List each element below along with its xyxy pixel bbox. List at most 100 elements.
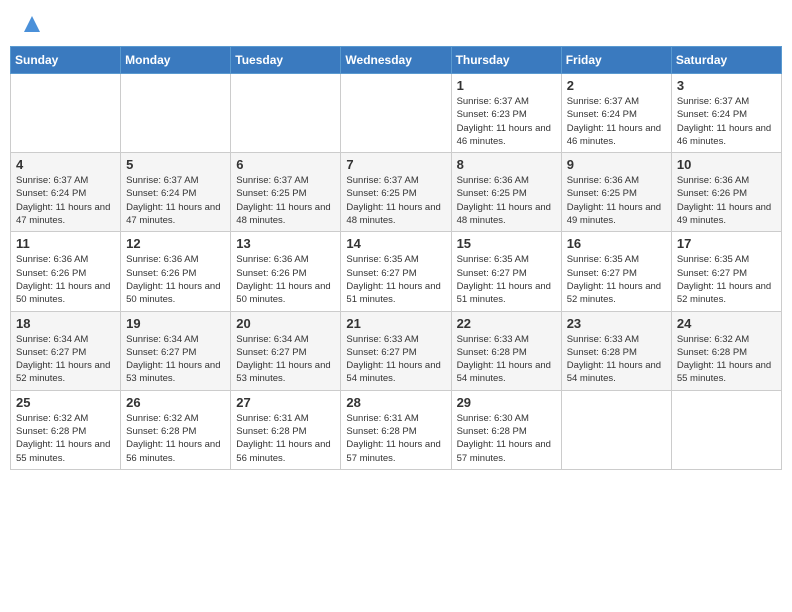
- logo: [18, 14, 44, 34]
- calendar-day-cell: 27 Sunrise: 6:31 AM Sunset: 6:28 PM Dayli…: [231, 390, 341, 469]
- day-header: Saturday: [671, 47, 781, 74]
- day-info: Sunrise: 6:37 AM Sunset: 6:24 PM Dayligh…: [567, 95, 666, 148]
- calendar-day-cell: 6 Sunrise: 6:37 AM Sunset: 6:25 PM Daylig…: [231, 153, 341, 232]
- day-header: Thursday: [451, 47, 561, 74]
- day-number: 15: [457, 236, 556, 251]
- calendar-day-cell: 20 Sunrise: 6:34 AM Sunset: 6:27 PM Dayli…: [231, 311, 341, 390]
- day-info: Sunrise: 6:33 AM Sunset: 6:27 PM Dayligh…: [346, 333, 445, 386]
- day-info: Sunrise: 6:35 AM Sunset: 6:27 PM Dayligh…: [346, 253, 445, 306]
- day-info: Sunrise: 6:37 AM Sunset: 6:24 PM Dayligh…: [126, 174, 225, 227]
- day-number: 6: [236, 157, 335, 172]
- day-number: 3: [677, 78, 776, 93]
- day-number: 25: [16, 395, 115, 410]
- day-info: Sunrise: 6:37 AM Sunset: 6:23 PM Dayligh…: [457, 95, 556, 148]
- calendar-day-cell: 15 Sunrise: 6:35 AM Sunset: 6:27 PM Dayli…: [451, 232, 561, 311]
- calendar-day-cell: 24 Sunrise: 6:32 AM Sunset: 6:28 PM Dayli…: [671, 311, 781, 390]
- calendar-day-cell: 21 Sunrise: 6:33 AM Sunset: 6:27 PM Dayli…: [341, 311, 451, 390]
- day-info: Sunrise: 6:36 AM Sunset: 6:25 PM Dayligh…: [567, 174, 666, 227]
- day-header: Sunday: [11, 47, 121, 74]
- day-info: Sunrise: 6:37 AM Sunset: 6:25 PM Dayligh…: [346, 174, 445, 227]
- day-number: 22: [457, 316, 556, 331]
- day-number: 1: [457, 78, 556, 93]
- day-number: 28: [346, 395, 445, 410]
- day-info: Sunrise: 6:36 AM Sunset: 6:26 PM Dayligh…: [126, 253, 225, 306]
- calendar-week-row: 18 Sunrise: 6:34 AM Sunset: 6:27 PM Dayli…: [11, 311, 782, 390]
- day-number: 16: [567, 236, 666, 251]
- day-info: Sunrise: 6:32 AM Sunset: 6:28 PM Dayligh…: [16, 412, 115, 465]
- calendar-day-cell: 16 Sunrise: 6:35 AM Sunset: 6:27 PM Dayli…: [561, 232, 671, 311]
- day-number: 7: [346, 157, 445, 172]
- day-info: Sunrise: 6:36 AM Sunset: 6:26 PM Dayligh…: [677, 174, 776, 227]
- day-number: 5: [126, 157, 225, 172]
- day-info: Sunrise: 6:37 AM Sunset: 6:24 PM Dayligh…: [16, 174, 115, 227]
- calendar-day-cell: [11, 74, 121, 153]
- day-info: Sunrise: 6:32 AM Sunset: 6:28 PM Dayligh…: [677, 333, 776, 386]
- day-info: Sunrise: 6:33 AM Sunset: 6:28 PM Dayligh…: [567, 333, 666, 386]
- calendar-day-cell: 14 Sunrise: 6:35 AM Sunset: 6:27 PM Dayli…: [341, 232, 451, 311]
- calendar-day-cell: 22 Sunrise: 6:33 AM Sunset: 6:28 PM Dayli…: [451, 311, 561, 390]
- day-info: Sunrise: 6:34 AM Sunset: 6:27 PM Dayligh…: [126, 333, 225, 386]
- day-header: Tuesday: [231, 47, 341, 74]
- day-number: 18: [16, 316, 115, 331]
- calendar-day-cell: [561, 390, 671, 469]
- day-info: Sunrise: 6:36 AM Sunset: 6:25 PM Dayligh…: [457, 174, 556, 227]
- day-info: Sunrise: 6:36 AM Sunset: 6:26 PM Dayligh…: [16, 253, 115, 306]
- day-info: Sunrise: 6:35 AM Sunset: 6:27 PM Dayligh…: [457, 253, 556, 306]
- calendar-week-row: 1 Sunrise: 6:37 AM Sunset: 6:23 PM Daylig…: [11, 74, 782, 153]
- calendar-day-cell: 11Sunrise: 6:36 AM Sunset: 6:26 PM Dayli…: [11, 232, 121, 311]
- calendar-day-cell: 25 Sunrise: 6:32 AM Sunset: 6:28 PM Dayli…: [11, 390, 121, 469]
- day-number: 2: [567, 78, 666, 93]
- calendar-day-cell: 13 Sunrise: 6:36 AM Sunset: 6:26 PM Dayli…: [231, 232, 341, 311]
- calendar-day-cell: 18 Sunrise: 6:34 AM Sunset: 6:27 PM Dayli…: [11, 311, 121, 390]
- day-number: 10: [677, 157, 776, 172]
- page-header: [10, 10, 782, 38]
- day-number: 12: [126, 236, 225, 251]
- calendar-day-cell: 12 Sunrise: 6:36 AM Sunset: 6:26 PM Dayli…: [121, 232, 231, 311]
- calendar-day-cell: 9 Sunrise: 6:36 AM Sunset: 6:25 PM Daylig…: [561, 153, 671, 232]
- day-info: Sunrise: 6:30 AM Sunset: 6:28 PM Dayligh…: [457, 412, 556, 465]
- day-info: Sunrise: 6:34 AM Sunset: 6:27 PM Dayligh…: [236, 333, 335, 386]
- day-number: 27: [236, 395, 335, 410]
- day-header: Friday: [561, 47, 671, 74]
- calendar-week-row: 25 Sunrise: 6:32 AM Sunset: 6:28 PM Dayli…: [11, 390, 782, 469]
- day-number: 21: [346, 316, 445, 331]
- day-number: 9: [567, 157, 666, 172]
- calendar-day-cell: 23Sunrise: 6:33 AM Sunset: 6:28 PM Dayli…: [561, 311, 671, 390]
- day-header: Monday: [121, 47, 231, 74]
- calendar-week-row: 4Sunrise: 6:37 AM Sunset: 6:24 PM Daylig…: [11, 153, 782, 232]
- day-info: Sunrise: 6:34 AM Sunset: 6:27 PM Dayligh…: [16, 333, 115, 386]
- calendar-day-cell: 28 Sunrise: 6:31 AM Sunset: 6:28 PM Dayli…: [341, 390, 451, 469]
- day-number: 19: [126, 316, 225, 331]
- calendar-day-cell: 26Sunrise: 6:32 AM Sunset: 6:28 PM Dayli…: [121, 390, 231, 469]
- day-info: Sunrise: 6:35 AM Sunset: 6:27 PM Dayligh…: [567, 253, 666, 306]
- day-number: 20: [236, 316, 335, 331]
- calendar-day-cell: [671, 390, 781, 469]
- calendar-day-cell: [231, 74, 341, 153]
- day-info: Sunrise: 6:31 AM Sunset: 6:28 PM Dayligh…: [346, 412, 445, 465]
- day-number: 14: [346, 236, 445, 251]
- logo-icon: [22, 14, 42, 34]
- calendar-day-cell: 5 Sunrise: 6:37 AM Sunset: 6:24 PM Daylig…: [121, 153, 231, 232]
- calendar-day-cell: 3 Sunrise: 6:37 AM Sunset: 6:24 PM Daylig…: [671, 74, 781, 153]
- day-number: 8: [457, 157, 556, 172]
- calendar-week-row: 11Sunrise: 6:36 AM Sunset: 6:26 PM Dayli…: [11, 232, 782, 311]
- calendar-day-cell: [341, 74, 451, 153]
- calendar-day-cell: 8 Sunrise: 6:36 AM Sunset: 6:25 PM Daylig…: [451, 153, 561, 232]
- day-info: Sunrise: 6:31 AM Sunset: 6:28 PM Dayligh…: [236, 412, 335, 465]
- day-info: Sunrise: 6:33 AM Sunset: 6:28 PM Dayligh…: [457, 333, 556, 386]
- calendar-day-cell: 17 Sunrise: 6:35 AM Sunset: 6:27 PM Dayli…: [671, 232, 781, 311]
- day-number: 13: [236, 236, 335, 251]
- day-number: 24: [677, 316, 776, 331]
- calendar-day-cell: 10 Sunrise: 6:36 AM Sunset: 6:26 PM Dayli…: [671, 153, 781, 232]
- calendar-day-cell: 1 Sunrise: 6:37 AM Sunset: 6:23 PM Daylig…: [451, 74, 561, 153]
- day-info: Sunrise: 6:35 AM Sunset: 6:27 PM Dayligh…: [677, 253, 776, 306]
- calendar-day-cell: 2 Sunrise: 6:37 AM Sunset: 6:24 PM Daylig…: [561, 74, 671, 153]
- calendar-header-row: SundayMondayTuesdayWednesdayThursdayFrid…: [11, 47, 782, 74]
- day-info: Sunrise: 6:37 AM Sunset: 6:25 PM Dayligh…: [236, 174, 335, 227]
- day-number: 26: [126, 395, 225, 410]
- day-info: Sunrise: 6:36 AM Sunset: 6:26 PM Dayligh…: [236, 253, 335, 306]
- day-number: 17: [677, 236, 776, 251]
- day-info: Sunrise: 6:37 AM Sunset: 6:24 PM Dayligh…: [677, 95, 776, 148]
- calendar-table: SundayMondayTuesdayWednesdayThursdayFrid…: [10, 46, 782, 470]
- calendar-day-cell: 4Sunrise: 6:37 AM Sunset: 6:24 PM Daylig…: [11, 153, 121, 232]
